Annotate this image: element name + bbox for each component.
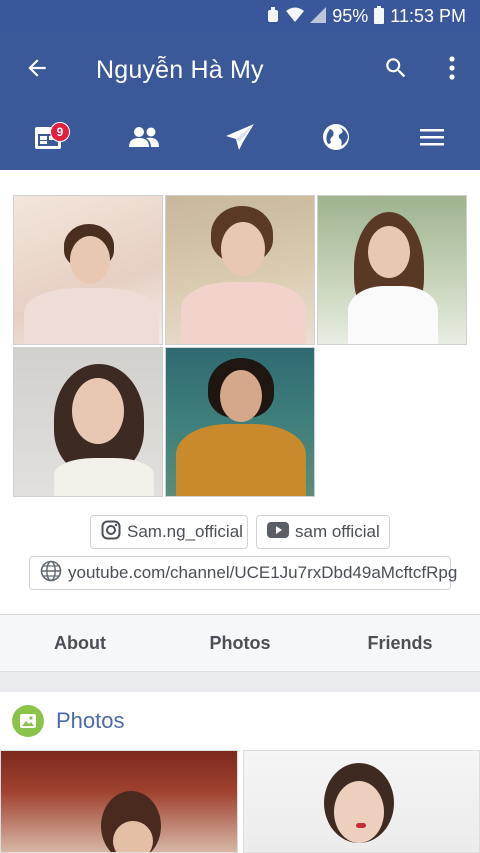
battery-icon xyxy=(374,5,385,27)
friends-icon xyxy=(128,126,160,153)
youtube-channel-name: sam official xyxy=(295,522,380,541)
search-button[interactable] xyxy=(368,32,424,108)
instagram-link[interactable]: Sam.ng_official xyxy=(90,515,248,549)
featured-photo[interactable] xyxy=(165,195,315,345)
main-tab-bar: 9 xyxy=(0,108,480,170)
arrow-left-icon xyxy=(24,55,50,86)
youtube-icon xyxy=(267,521,289,543)
tab-photos[interactable]: Photos xyxy=(160,615,320,671)
instagram-handle: Sam.ng_official xyxy=(127,522,243,541)
photos-preview xyxy=(0,750,480,853)
tab-menu[interactable] xyxy=(384,108,480,170)
page-title: Nguyễn Hà My xyxy=(96,55,264,84)
more-vert-icon xyxy=(448,55,456,86)
alarm-icon xyxy=(266,6,280,26)
tab-friends-section[interactable]: Friends xyxy=(320,615,480,671)
featured-photo[interactable] xyxy=(317,195,467,345)
photos-section-title: Photos xyxy=(56,708,125,733)
section-divider xyxy=(0,672,480,692)
overflow-menu-button[interactable] xyxy=(424,32,480,108)
wifi-icon xyxy=(286,7,305,26)
website-url: youtube.com/channel/UCE1Ju7rxDbd49aMcftc… xyxy=(68,563,458,582)
photo-thumbnail[interactable] xyxy=(243,750,480,853)
photo-icon xyxy=(12,705,44,737)
photo-thumbnail[interactable] xyxy=(0,750,238,853)
tab-about[interactable]: About xyxy=(0,615,160,671)
website-link[interactable]: youtube.com/channel/UCE1Ju7rxDbd49aMcftc… xyxy=(29,556,457,590)
clock: 11:53 PM xyxy=(390,5,466,26)
search-icon xyxy=(383,55,409,86)
globe-icon xyxy=(322,123,350,156)
tab-events[interactable]: 9 xyxy=(0,108,96,170)
battery-percent: 95% xyxy=(332,5,369,26)
tab-globe[interactable] xyxy=(288,108,384,170)
globe-icon xyxy=(40,560,62,587)
profile-content: Sam.ng_official sam official youtube.com… xyxy=(0,170,480,853)
messenger-icon xyxy=(225,123,255,156)
tab-messenger[interactable] xyxy=(192,108,288,170)
instagram-icon xyxy=(101,520,121,545)
tab-friends[interactable] xyxy=(96,108,192,170)
youtube-link[interactable]: sam official xyxy=(256,515,390,549)
featured-photo[interactable] xyxy=(165,347,315,497)
signal-icon xyxy=(310,6,327,26)
app-bar: Nguyễn Hà My xyxy=(0,32,480,108)
profile-section-tabs: About Photos Friends xyxy=(0,614,480,672)
menu-icon xyxy=(419,127,445,152)
back-button[interactable] xyxy=(0,32,74,108)
notification-badge: 9 xyxy=(50,122,70,142)
photos-section-header[interactable]: Photos xyxy=(0,692,480,750)
featured-photo[interactable] xyxy=(13,347,163,497)
featured-photo[interactable] xyxy=(13,195,163,345)
status-bar: 95% 11:53 PM xyxy=(0,0,480,32)
